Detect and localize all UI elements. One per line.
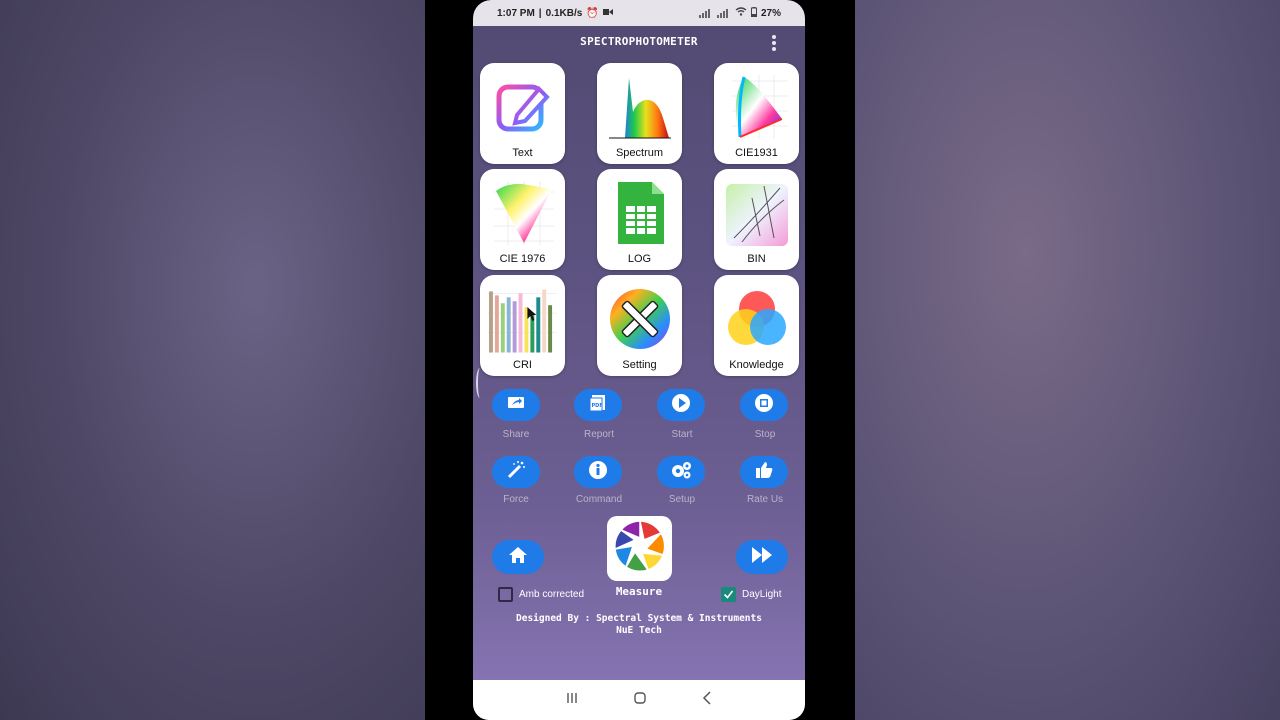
play-icon	[671, 393, 691, 418]
signal-icon	[698, 8, 713, 18]
tile-setting[interactable]: Setting	[597, 275, 682, 376]
tile-log[interactable]: LOG	[597, 169, 682, 270]
background-left	[0, 0, 425, 720]
bin-chart-icon	[722, 175, 791, 251]
amb-corrected-checkbox[interactable]	[498, 587, 513, 602]
wifi-icon	[735, 7, 747, 19]
tile-label: BIN	[747, 253, 766, 265]
start-button[interactable]	[657, 389, 705, 421]
color-circles-icon	[722, 281, 791, 357]
background-right	[855, 0, 1280, 720]
tile-label: Spectrum	[615, 147, 664, 159]
alarm-icon: ⏰	[586, 7, 599, 19]
tile-label: CRI	[513, 359, 532, 371]
tile-cie1931[interactable]: CIE1931	[714, 63, 799, 164]
status-speed: 0.1KB/s	[545, 7, 583, 19]
tile-spectrum[interactable]: Spectrum	[597, 63, 682, 164]
daylight-checkbox[interactable]	[721, 587, 736, 602]
magic-wand-icon	[506, 460, 526, 485]
tools-icon	[605, 281, 674, 357]
battery-level: 27%	[760, 7, 781, 19]
tile-bin[interactable]: BIN	[714, 169, 799, 270]
stop-icon	[754, 393, 774, 418]
start-label: Start	[671, 429, 693, 440]
cie1931-chart-icon	[722, 69, 791, 145]
stop-button[interactable]	[740, 389, 788, 421]
tile-cri[interactable]: CRI	[480, 275, 565, 376]
force-label: Force	[503, 494, 529, 505]
share-icon	[507, 396, 525, 415]
battery-icon	[750, 6, 757, 20]
home-icon	[508, 546, 528, 569]
tile-label: Setting	[622, 359, 657, 371]
phone-screen: 1:07 PM | 0.1KB/s ⏰ 27% SPECTROPHOTOMETE…	[473, 0, 805, 720]
home-button[interactable]	[492, 540, 544, 574]
status-bar: 1:07 PM | 0.1KB/s ⏰ 27%	[473, 0, 805, 26]
status-separator: |	[538, 7, 542, 19]
tile-label: LOG	[627, 253, 652, 265]
tile-label: CIE1931	[735, 147, 778, 159]
command-label: Command	[575, 494, 623, 505]
info-icon	[588, 460, 608, 485]
tile-label: Knowledge	[729, 359, 784, 371]
force-button[interactable]	[492, 456, 540, 488]
stop-label: Stop	[754, 429, 776, 440]
app-bar: SPECTROPHOTOMETER	[473, 26, 805, 56]
spectrum-icon	[605, 69, 674, 145]
app-title: SPECTROPHOTOMETER	[580, 34, 698, 48]
thumbs-up-icon	[754, 460, 774, 485]
setup-button[interactable]	[657, 456, 705, 488]
daylight-label: DayLight	[742, 589, 782, 600]
recent-apps-icon[interactable]	[565, 691, 579, 709]
rate-us-label: Rate Us	[746, 494, 784, 505]
spreadsheet-icon	[605, 175, 674, 251]
fast-forward-icon	[751, 546, 773, 569]
status-time: 1:07 PM	[497, 7, 535, 19]
system-nav-bar	[473, 680, 805, 720]
signal-icon-2	[716, 8, 731, 18]
edit-text-icon	[488, 69, 557, 145]
rate-us-button[interactable]	[740, 456, 788, 488]
svg-text:PDF: PDF	[592, 403, 603, 409]
tile-label: Text	[512, 147, 533, 159]
back-icon[interactable]	[701, 690, 713, 710]
command-button[interactable]	[574, 456, 622, 488]
measure-button[interactable]	[607, 516, 672, 581]
cri-bars-icon	[488, 281, 557, 357]
cie1976-chart-icon	[488, 175, 557, 251]
tile-knowledge[interactable]: Knowledge	[714, 275, 799, 376]
pdf-icon: PDF	[589, 394, 607, 417]
report-button[interactable]: PDF	[574, 389, 622, 421]
share-label: Share	[502, 429, 530, 440]
fast-forward-button[interactable]	[736, 540, 788, 574]
report-label: Report	[583, 429, 614, 440]
home-nav-icon[interactable]	[633, 691, 647, 710]
share-button[interactable]	[492, 389, 540, 421]
credit-line-2: NuE Tech	[616, 625, 662, 636]
tile-label: CIE 1976	[499, 253, 546, 265]
tile-text[interactable]: Text	[480, 63, 565, 164]
overflow-menu-icon[interactable]	[771, 35, 777, 51]
measure-label: Measure	[615, 585, 663, 598]
gears-icon	[669, 460, 693, 485]
setup-label: Setup	[668, 494, 696, 505]
aperture-icon	[613, 519, 667, 578]
amb-corrected-label: Amb corrected	[519, 589, 585, 600]
credit-line-1: Designed By : Spectral System & Instrume…	[516, 613, 762, 624]
video-icon	[602, 8, 613, 19]
edge-panel-handle[interactable]	[476, 368, 484, 398]
tile-cie1976[interactable]: CIE 1976	[480, 169, 565, 270]
